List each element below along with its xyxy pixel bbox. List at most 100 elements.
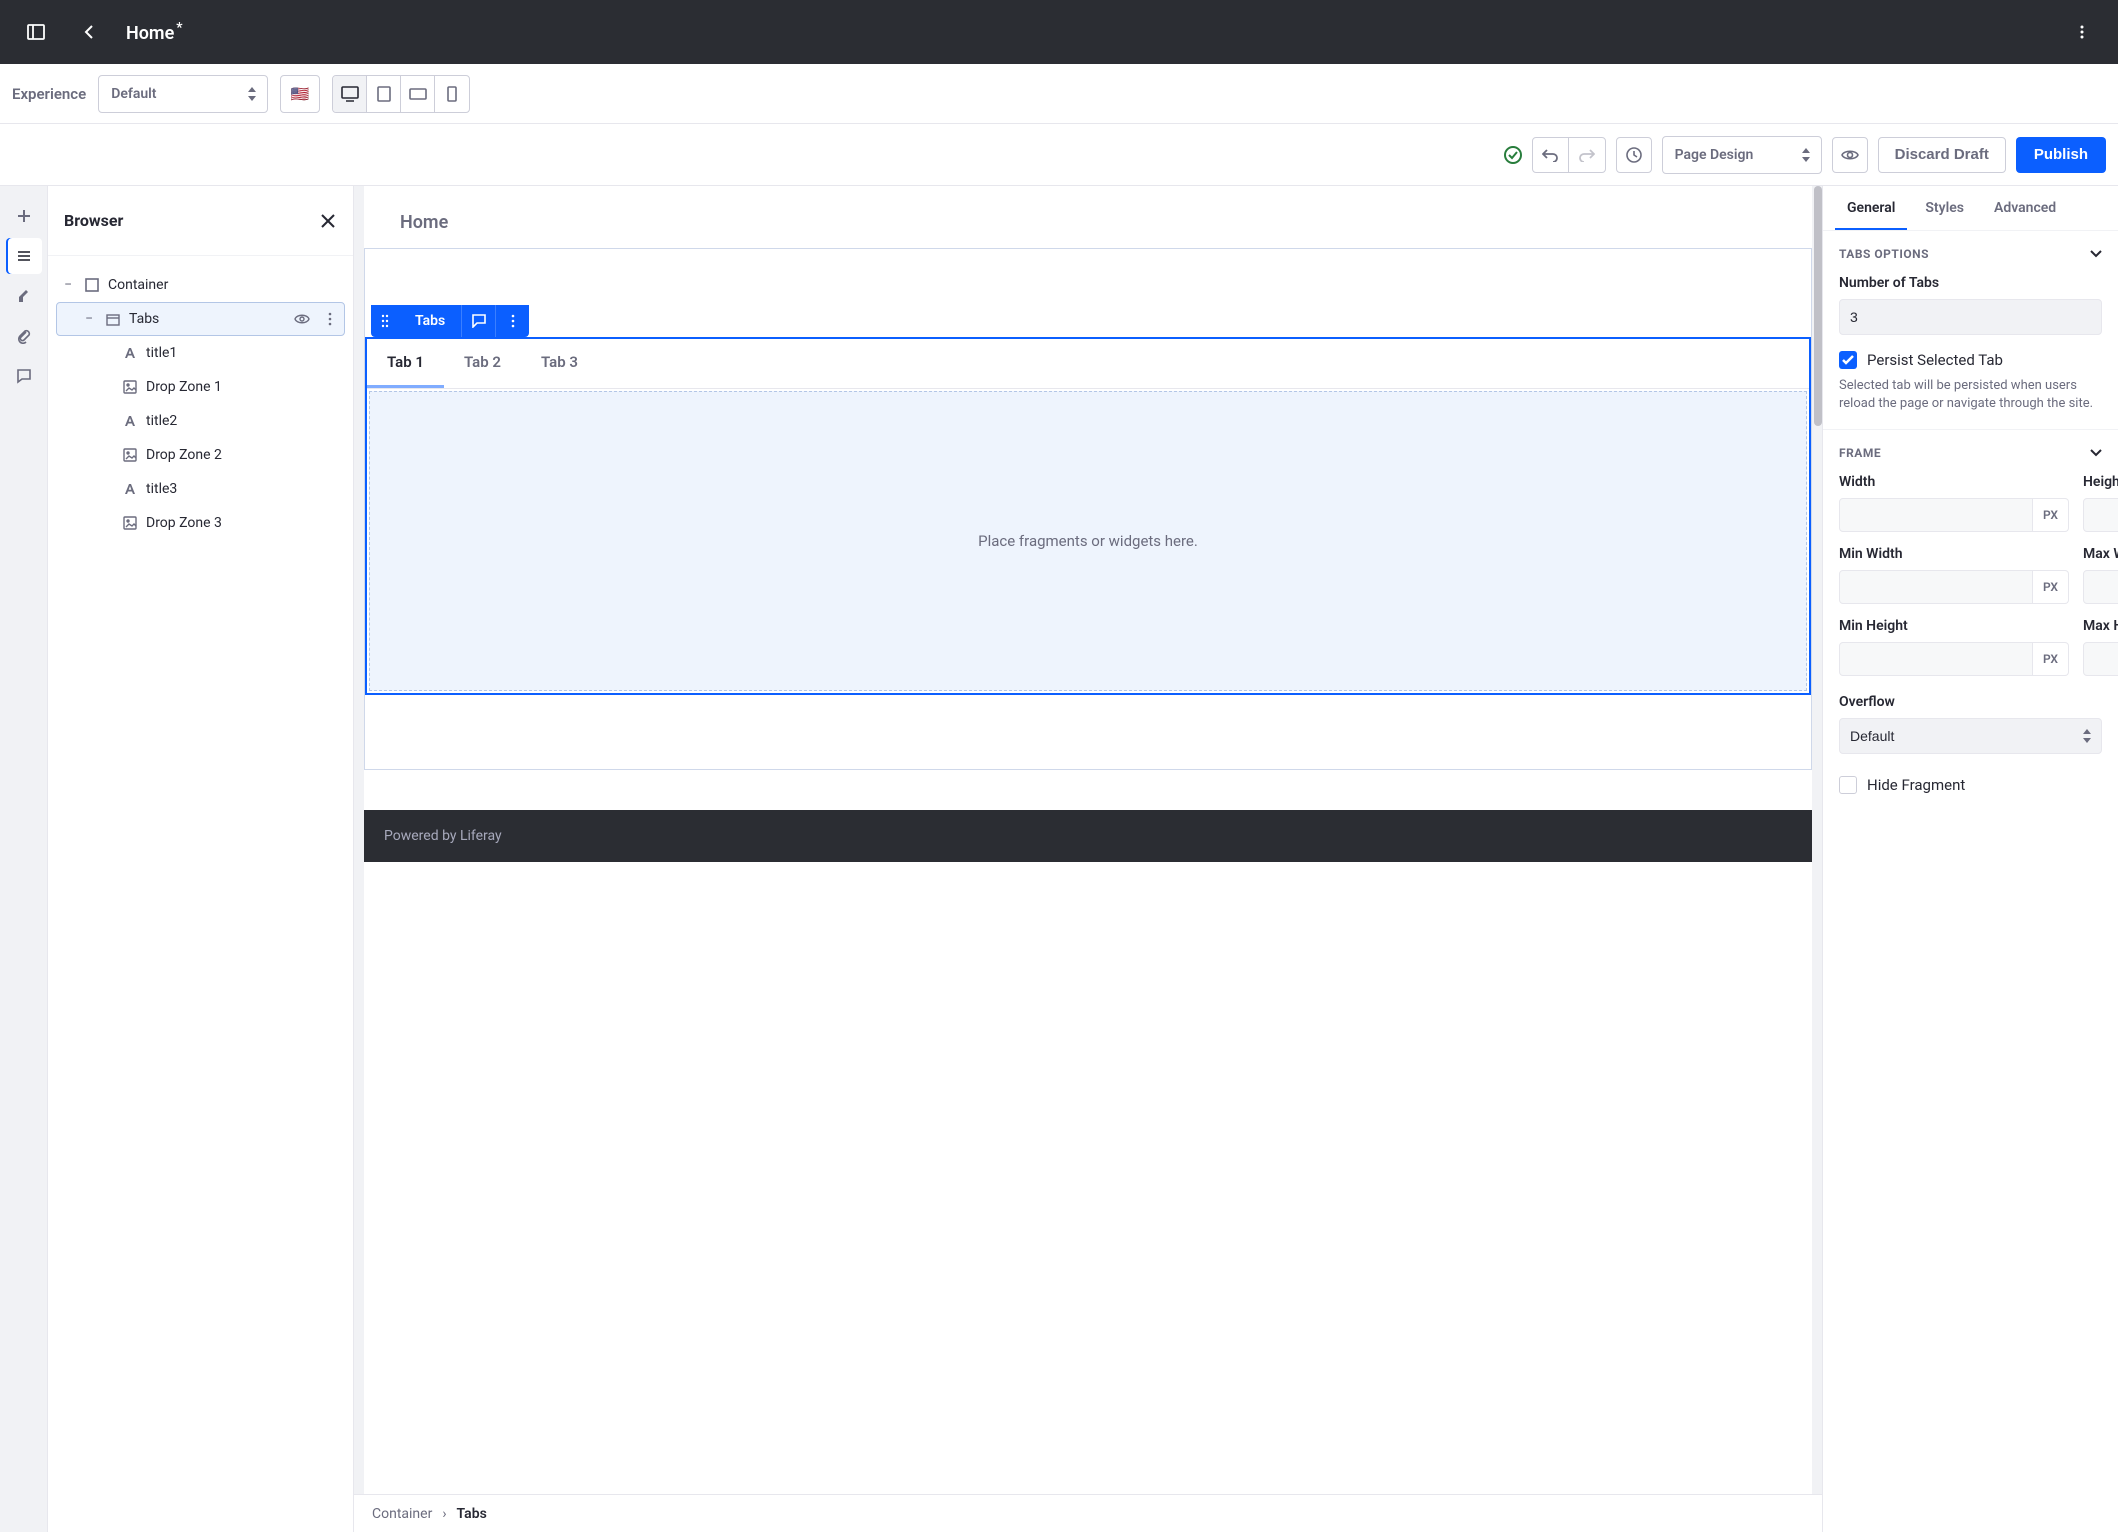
tree-item-tabs[interactable]: − Tabs bbox=[56, 302, 345, 336]
tab-dropzone[interactable]: Place fragments or widgets here. bbox=[369, 391, 1807, 691]
dropzone-icon bbox=[122, 380, 138, 394]
device-desktop-button[interactable] bbox=[333, 76, 367, 112]
left-rail bbox=[0, 186, 48, 1532]
preview-button[interactable] bbox=[1832, 137, 1868, 173]
max-width-input[interactable] bbox=[2083, 570, 2118, 604]
rail-design-button[interactable] bbox=[6, 278, 42, 314]
square-icon bbox=[84, 278, 100, 292]
experience-label: Experience bbox=[12, 85, 86, 103]
tree-item-dz3[interactable]: Drop Zone 3 bbox=[56, 506, 345, 540]
fragment-menu-button[interactable] bbox=[495, 305, 529, 337]
fragment-comment-button[interactable] bbox=[461, 305, 495, 337]
tab-general[interactable]: General bbox=[1835, 186, 1907, 230]
min-height-input[interactable] bbox=[1839, 642, 2033, 676]
device-preview-group bbox=[332, 75, 470, 113]
tabs-fragment[interactable]: Tab 1 Tab 2 Tab 3 Place fragments or wid… bbox=[365, 337, 1811, 695]
tree-item-title3[interactable]: title3 bbox=[56, 472, 345, 506]
frame-panel: FRAME Width PX Height PX Min Width PX Ma… bbox=[1823, 429, 2118, 810]
tree-item-menu-icon[interactable] bbox=[324, 312, 336, 326]
tab-styles[interactable]: Styles bbox=[1913, 186, 1976, 230]
persist-help-text: Selected tab will be persisted when user… bbox=[1839, 377, 2102, 413]
min-width-label: Min Width bbox=[1839, 546, 2069, 562]
tree-item-dz2[interactable]: Drop Zone 2 bbox=[56, 438, 345, 472]
width-input[interactable] bbox=[1839, 498, 2033, 532]
sidebar-toggle-icon[interactable] bbox=[18, 14, 54, 50]
tab-2[interactable]: Tab 2 bbox=[444, 339, 521, 388]
device-phone-button[interactable] bbox=[435, 76, 469, 112]
min-height-unit[interactable]: PX bbox=[2033, 642, 2069, 676]
rail-add-button[interactable] bbox=[6, 198, 42, 234]
scrollbar[interactable] bbox=[1814, 186, 1822, 426]
undo-redo-group bbox=[1532, 137, 1606, 173]
edit-mode-select[interactable]: Page Design bbox=[1662, 136, 1822, 174]
hide-fragment-label: Hide Fragment bbox=[1867, 776, 1965, 794]
action-bar: Page Design Discard Draft Publish bbox=[0, 124, 2118, 186]
more-menu-icon[interactable] bbox=[2064, 14, 2100, 50]
dropzone-placeholder: Place fragments or widgets here. bbox=[978, 532, 1198, 550]
topbar-left: Home* bbox=[18, 14, 183, 50]
page-footer: Powered by Liferay bbox=[364, 810, 1812, 862]
discard-draft-button[interactable]: Discard Draft bbox=[1878, 137, 2006, 173]
history-button[interactable] bbox=[1616, 137, 1652, 173]
num-tabs-label: Number of Tabs bbox=[1839, 275, 2102, 291]
eye-icon[interactable] bbox=[294, 313, 310, 325]
height-input[interactable] bbox=[2083, 498, 2118, 532]
hide-fragment-checkbox[interactable] bbox=[1839, 776, 1857, 794]
config-sidebar: General Styles Advanced TABS OPTIONS Num… bbox=[1822, 186, 2118, 1532]
tree-item-dz1[interactable]: Drop Zone 1 bbox=[56, 370, 345, 404]
persist-checkbox-row: Persist Selected Tab bbox=[1839, 351, 2102, 369]
browser-header: Browser bbox=[48, 186, 353, 256]
drag-handle-icon[interactable] bbox=[371, 314, 399, 328]
undo-button[interactable] bbox=[1533, 138, 1569, 172]
text-icon bbox=[122, 346, 138, 360]
chevron-down-icon bbox=[2090, 449, 2102, 457]
width-unit[interactable]: PX bbox=[2033, 498, 2069, 532]
page-header: Home bbox=[364, 192, 1812, 232]
rail-browser-button[interactable] bbox=[6, 238, 42, 274]
min-width-unit[interactable]: PX bbox=[2033, 570, 2069, 604]
tree-item-container[interactable]: − Container bbox=[56, 268, 345, 302]
experience-bar: Experience Default 🇺🇸 bbox=[0, 64, 2118, 124]
back-icon[interactable] bbox=[72, 14, 108, 50]
tabs-options-header[interactable]: TABS OPTIONS bbox=[1839, 247, 2102, 261]
max-height-input[interactable] bbox=[2083, 642, 2118, 676]
canvas[interactable]: Home Tabs T bbox=[354, 186, 1822, 1532]
device-landscape-button[interactable] bbox=[401, 76, 435, 112]
tree-item-title2[interactable]: title2 bbox=[56, 404, 345, 438]
chevron-down-icon bbox=[2090, 250, 2102, 258]
min-width-input[interactable] bbox=[1839, 570, 2033, 604]
canvas-page: Home Tabs T bbox=[364, 186, 1812, 1532]
tree-item-title1[interactable]: title1 bbox=[56, 336, 345, 370]
max-height-label: Max Height bbox=[2083, 618, 2118, 634]
saved-check-icon bbox=[1504, 146, 1522, 164]
overflow-label: Overflow bbox=[1839, 694, 2102, 710]
breadcrumb: Container › Tabs bbox=[354, 1494, 1822, 1532]
breadcrumb-current: Tabs bbox=[457, 1506, 487, 1522]
dropzone-icon bbox=[122, 448, 138, 462]
publish-button[interactable]: Publish bbox=[2016, 137, 2106, 173]
redo-button[interactable] bbox=[1569, 138, 1605, 172]
persist-checkbox[interactable] bbox=[1839, 351, 1857, 369]
experience-select[interactable]: Default bbox=[98, 75, 268, 113]
rail-comments-button[interactable] bbox=[6, 358, 42, 394]
min-height-label: Min Height bbox=[1839, 618, 2069, 634]
locale-button[interactable]: 🇺🇸 bbox=[280, 75, 320, 113]
tab-advanced[interactable]: Advanced bbox=[1982, 186, 2068, 230]
max-width-label: Max Width bbox=[2083, 546, 2118, 562]
num-tabs-input[interactable] bbox=[1839, 299, 2102, 335]
rail-attachment-button[interactable] bbox=[6, 318, 42, 354]
text-icon bbox=[122, 482, 138, 496]
breadcrumb-container[interactable]: Container bbox=[372, 1506, 432, 1522]
tab-1[interactable]: Tab 1 bbox=[367, 339, 444, 388]
close-browser-button[interactable] bbox=[319, 212, 337, 230]
tab-3[interactable]: Tab 3 bbox=[521, 339, 598, 388]
overflow-select[interactable] bbox=[1839, 718, 2102, 754]
browser-panel: Browser − Container − Tabs title1 bbox=[48, 186, 354, 1532]
container-fragment[interactable]: Tabs Tab 1 Tab 2 Tab 3 Place fr bbox=[364, 248, 1812, 770]
fragment-label: Tabs bbox=[399, 313, 461, 329]
us-flag-icon: 🇺🇸 bbox=[291, 85, 310, 103]
device-tablet-button[interactable] bbox=[367, 76, 401, 112]
element-tree: − Container − Tabs title1 Drop Zone 1 bbox=[48, 256, 353, 552]
browser-title: Browser bbox=[64, 211, 123, 230]
frame-header[interactable]: FRAME bbox=[1839, 446, 2102, 460]
